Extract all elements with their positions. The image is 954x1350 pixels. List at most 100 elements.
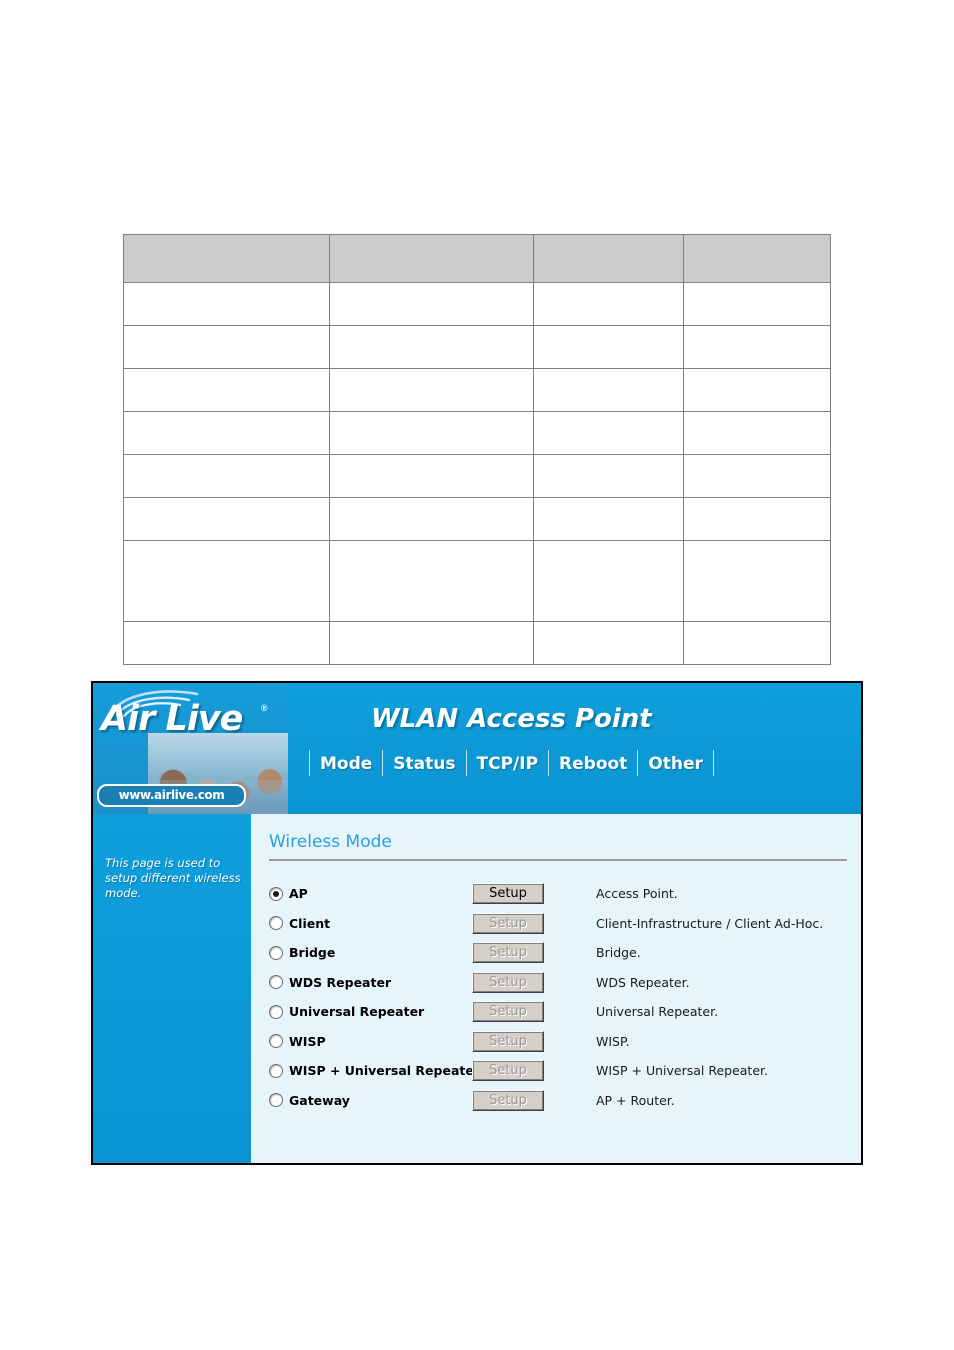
- wireless-mode-list: AP Setup Access Point. Client Setup Client-In…: [269, 879, 847, 1115]
- setup-cell-wisp-universal-repeater: Setup: [472, 1060, 576, 1082]
- table-cell: [532, 411, 684, 455]
- mode-label-ap[interactable]: AP: [289, 886, 308, 901]
- mode-row-wds-repeater: WDS Repeater Setup WDS Repeater.: [269, 968, 847, 998]
- radio-client[interactable]: [269, 916, 283, 931]
- table-cell: [122, 325, 331, 369]
- nav-item-other[interactable]: Other: [637, 750, 714, 776]
- table-cell: [329, 497, 534, 541]
- mode-description-ap: Access Point.: [596, 886, 678, 902]
- mode-row-gateway: Gateway Setup AP + Router.: [269, 1086, 847, 1116]
- mode-option-wisp-universal-repeater[interactable]: WISP + Universal Repeater: [269, 1063, 480, 1078]
- table-row: [122, 454, 832, 498]
- table-header-cell: [532, 234, 684, 283]
- mode-row-ap: AP Setup Access Point.: [269, 879, 847, 909]
- mode-row-universal-repeater: Universal Repeater Setup Universal Repeate…: [269, 997, 847, 1027]
- mode-label-universal-repeater[interactable]: Universal Repeater: [289, 1004, 424, 1019]
- mode-option-client[interactable]: Client: [269, 916, 472, 931]
- ui-header: Air Live ® www.airlive.com WLAN Access P…: [93, 683, 861, 814]
- table-cell: [532, 325, 684, 369]
- table-cell: [682, 621, 832, 665]
- table-cell: [329, 411, 534, 455]
- table-cell: [122, 411, 331, 455]
- registered-mark-icon: ®: [261, 703, 268, 713]
- brand-logo[interactable]: Air Live ® www.airlive.com: [93, 683, 288, 814]
- radio-universal-repeater[interactable]: [269, 1004, 283, 1019]
- radio-wds-repeater[interactable]: [269, 975, 283, 990]
- radio-ap[interactable]: [269, 886, 283, 901]
- table-cell: [329, 282, 534, 326]
- radio-wisp-universal-repeater[interactable]: [269, 1063, 283, 1078]
- sidebar-help-text: This page is used to setup different wir…: [105, 856, 241, 900]
- radio-wisp[interactable]: [269, 1034, 283, 1049]
- table-cell: [532, 368, 684, 412]
- mode-option-wds-repeater[interactable]: WDS Repeater: [269, 975, 472, 990]
- setup-cell-wds-repeater: Setup: [472, 971, 576, 993]
- mode-label-wds-repeater[interactable]: WDS Repeater: [289, 975, 391, 990]
- sidebar: This page is used to setup different wir…: [93, 814, 251, 1163]
- table-cell: [122, 454, 331, 498]
- mode-description-gateway: AP + Router.: [596, 1092, 675, 1108]
- setup-cell-client: Setup: [472, 912, 576, 934]
- mode-row-wisp: WISP Setup WISP.: [269, 1027, 847, 1057]
- mode-option-bridge[interactable]: Bridge: [269, 945, 472, 960]
- table-cell: [122, 368, 331, 412]
- table-cell: [122, 282, 331, 326]
- content-heading: Wireless Mode: [269, 832, 847, 861]
- setup-cell-ap: Setup: [472, 883, 576, 905]
- setup-cell-wisp: Setup: [472, 1030, 576, 1052]
- spec-table-head: [122, 234, 832, 283]
- table-row: [122, 325, 832, 369]
- table-cell: [122, 497, 331, 541]
- nav-item-reboot[interactable]: Reboot: [548, 750, 637, 776]
- setup-cell-gateway: Setup: [472, 1089, 576, 1111]
- table-header-cell: [122, 234, 331, 283]
- setup-button-ap[interactable]: Setup: [472, 883, 544, 905]
- table-cell: [122, 540, 331, 622]
- setup-button-universal-repeater: Setup: [472, 1001, 544, 1023]
- setup-cell-bridge: Setup: [472, 942, 576, 964]
- table-cell: [329, 454, 534, 498]
- mode-option-wisp[interactable]: WISP: [269, 1034, 472, 1049]
- mode-row-wisp-universal-repeater: WISP + Universal Repeater Setup WISP + Uni…: [269, 1056, 847, 1086]
- table-cell: [532, 621, 684, 665]
- mode-label-wisp-universal-repeater[interactable]: WISP + Universal Repeater: [289, 1063, 480, 1078]
- router-web-ui-panel: Air Live ® www.airlive.com WLAN Access P…: [91, 681, 863, 1165]
- table-cell: [329, 621, 534, 665]
- table-cell: [682, 540, 832, 622]
- table-cell: [682, 325, 832, 369]
- table-row: [122, 540, 832, 622]
- brand-url[interactable]: www.airlive.com: [97, 784, 246, 807]
- nav-item-mode[interactable]: Mode: [309, 750, 382, 776]
- setup-button-wisp-universal-repeater: Setup: [472, 1060, 544, 1082]
- table-row: [122, 411, 832, 455]
- main-nav: Mode Status TCP/IP Reboot Other: [309, 750, 714, 776]
- table-cell: [532, 540, 684, 622]
- table-header-cell: [682, 234, 832, 283]
- table-cell: [532, 497, 684, 541]
- mode-label-bridge[interactable]: Bridge: [289, 945, 335, 960]
- spec-table-body: [122, 282, 832, 665]
- mode-label-gateway[interactable]: Gateway: [289, 1093, 350, 1108]
- table-cell: [682, 368, 832, 412]
- nav-item-tcp-ip[interactable]: TCP/IP: [465, 750, 549, 776]
- table-cell: [682, 497, 832, 541]
- mode-description-client: Client-Infrastructure / Client Ad-Hoc.: [596, 915, 824, 931]
- mode-label-client[interactable]: Client: [289, 916, 330, 931]
- table-row: [122, 497, 832, 541]
- mode-option-gateway[interactable]: Gateway: [269, 1093, 472, 1108]
- nav-item-status[interactable]: Status: [382, 750, 465, 776]
- table-cell: [122, 621, 331, 665]
- mode-label-wisp[interactable]: WISP: [289, 1034, 326, 1049]
- setup-button-bridge: Setup: [472, 942, 544, 964]
- mode-option-ap[interactable]: AP: [269, 886, 472, 901]
- mode-row-bridge: Bridge Setup Bridge.: [269, 938, 847, 968]
- radio-gateway[interactable]: [269, 1093, 283, 1108]
- page-title: WLAN Access Point: [371, 704, 652, 734]
- setup-button-gateway: Setup: [472, 1089, 544, 1111]
- radio-bridge[interactable]: [269, 945, 283, 960]
- ui-body: This page is used to setup different wir…: [93, 814, 861, 1163]
- mode-option-universal-repeater[interactable]: Universal Repeater: [269, 1004, 472, 1019]
- table-row: [122, 368, 832, 412]
- content-area: Wireless Mode AP Setup Access Point. Client…: [251, 814, 861, 1163]
- table-cell: [329, 325, 534, 369]
